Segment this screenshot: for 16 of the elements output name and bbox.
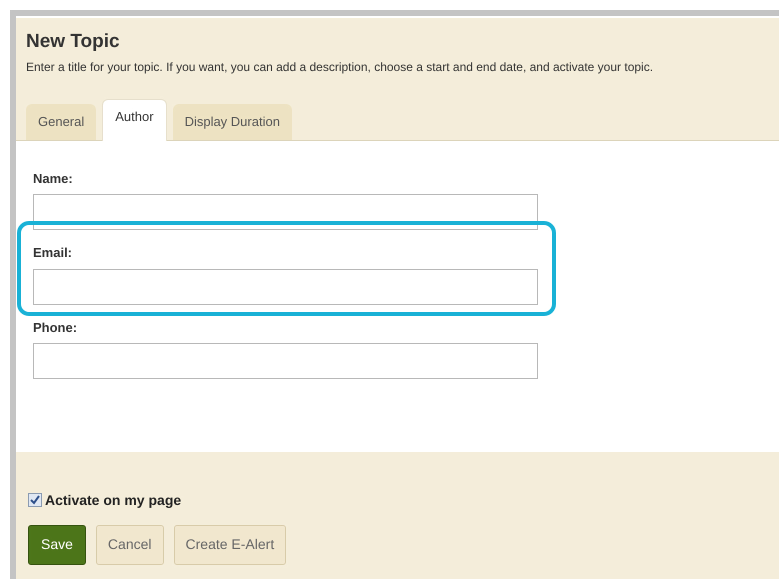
field-label: Phone:: [33, 318, 78, 337]
text-field[interactable]: [33, 343, 538, 380]
action-button[interactable]: Create E-Alert: [174, 524, 286, 565]
checkbox[interactable]: [28, 493, 42, 508]
tab[interactable]: Author: [102, 98, 167, 141]
field-label: Email:: [33, 244, 74, 262]
page-title: New Topic: [26, 30, 121, 54]
tab[interactable]: Display Duration: [172, 104, 292, 140]
page-description: Enter a title for your topic. If you want, you can add a description, choose a start and end date, and activate your topic.: [26, 58, 654, 76]
checkmark-icon: [30, 495, 40, 506]
action-button[interactable]: Save: [28, 524, 86, 565]
text-field[interactable]: [33, 268, 538, 305]
action-button[interactable]: Cancel: [96, 524, 164, 565]
tab[interactable]: General: [26, 104, 96, 140]
field-label: Name:: [33, 170, 74, 188]
checkbox-label: Activate on my page: [45, 490, 182, 510]
